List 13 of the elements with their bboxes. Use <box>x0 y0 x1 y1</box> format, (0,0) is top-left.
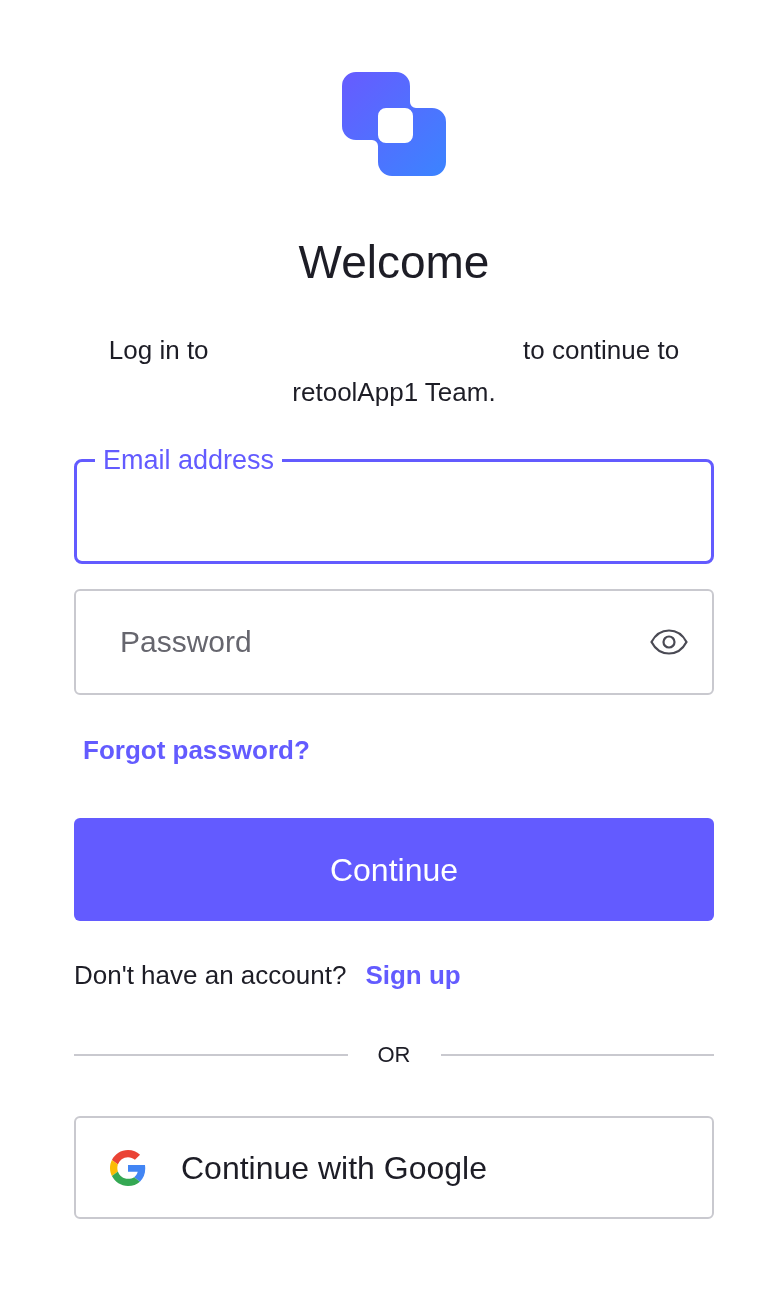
google-sign-in-button[interactable]: Continue with Google <box>74 1116 714 1219</box>
signup-prompt-text: Don't have an account? <box>74 959 347 991</box>
eye-icon[interactable] <box>650 629 688 655</box>
welcome-heading: Welcome <box>298 237 490 287</box>
continue-button[interactable]: Continue <box>74 818 714 921</box>
google-icon <box>110 1149 146 1186</box>
login-intro-text: Log in to to continue to retoolApp1 Team. <box>107 334 681 409</box>
logo-icon <box>342 72 446 176</box>
password-field[interactable]: Password <box>74 589 714 695</box>
forgot-password-link[interactable]: Forgot password? <box>83 734 310 766</box>
or-divider-text: OR <box>377 1041 411 1069</box>
sign-up-link[interactable]: Sign up <box>365 959 461 991</box>
email-field[interactable]: Email address <box>74 446 714 564</box>
